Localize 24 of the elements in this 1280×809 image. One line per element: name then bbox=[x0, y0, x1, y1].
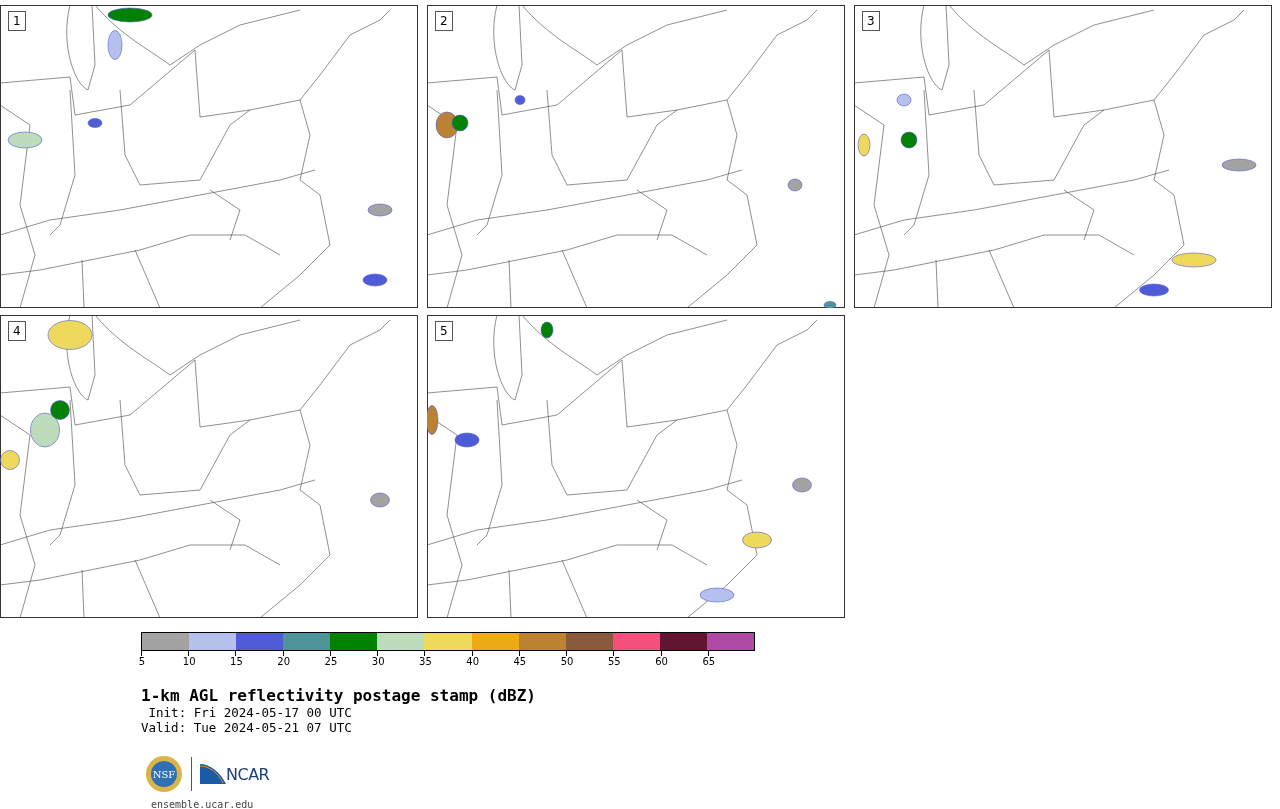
valid-time: Valid: Tue 2024-05-21 07 UTC bbox=[141, 720, 353, 735]
ncar-logo: NCAR bbox=[200, 764, 270, 784]
panel-number: 5 bbox=[435, 321, 453, 341]
panel-number: 3 bbox=[862, 11, 880, 31]
panel-number: 4 bbox=[8, 321, 26, 341]
tick-label: 50 bbox=[560, 656, 574, 667]
tick-label: 15 bbox=[230, 656, 243, 667]
globe-logo-icon: NSF bbox=[145, 755, 183, 793]
tick-label: 40 bbox=[466, 656, 479, 667]
site-url: ensemble.ucar.edu bbox=[151, 799, 255, 809]
tick-label: 20 bbox=[277, 656, 291, 667]
tick-label: 60 bbox=[655, 656, 668, 667]
tick-label: 30 bbox=[371, 656, 385, 667]
tick-label: 35 bbox=[419, 656, 432, 667]
tick-label: 10 bbox=[182, 656, 196, 667]
panel-number: 1 bbox=[8, 11, 26, 31]
tick-label: 55 bbox=[608, 656, 621, 667]
tick-label: 5 bbox=[138, 656, 146, 667]
tick-label: 25 bbox=[324, 656, 338, 667]
panel-number: 2 bbox=[435, 11, 453, 31]
init-time: Init: Fri 2024-05-17 00 UTC bbox=[147, 705, 353, 720]
tick-label: 65 bbox=[702, 656, 716, 667]
chart-title: 1-km AGL reflectivity postage stamp (dBZ) bbox=[141, 687, 537, 705]
tick-label: 45 bbox=[513, 656, 527, 667]
